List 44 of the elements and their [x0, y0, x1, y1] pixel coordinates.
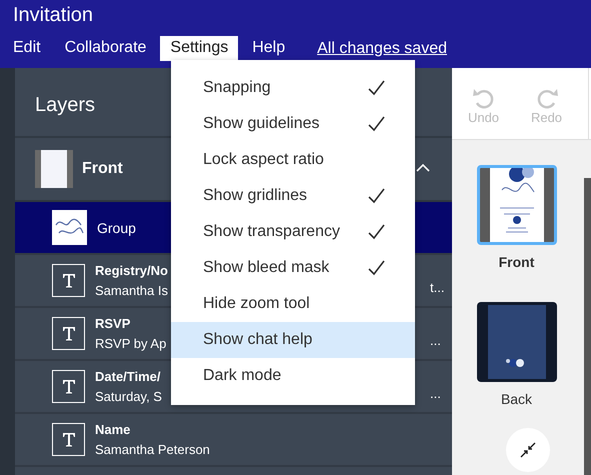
menu-item[interactable]: Collaborate: [54, 36, 156, 61]
menu-item[interactable]: Snapping: [171, 70, 415, 106]
layer-name: Group: [97, 220, 136, 236]
menu-item[interactable]: Show chat help: [171, 322, 415, 358]
collapse-button[interactable]: [506, 428, 550, 472]
menu-item[interactable]: Hide zoom tool: [171, 286, 415, 322]
layer-text-preview: RSVP by Ap: [95, 334, 166, 353]
layer-text-preview: t...: [430, 280, 444, 295]
layer-text-preview: Samantha Peterson: [95, 440, 210, 458]
menu-item[interactable]: Lock aspect ratio: [171, 142, 415, 178]
text-layer-icon: [52, 317, 85, 350]
page-label[interactable]: Front: [82, 160, 123, 178]
menu-item[interactable]: Settings: [160, 36, 238, 61]
layer-name: Name: [95, 420, 132, 438]
menu-item[interactable]: Help: [242, 36, 296, 61]
layer-name: RSVP: [95, 314, 132, 332]
page-label: Front: [498, 254, 534, 270]
layer-text-preview: Saturday, S: [95, 388, 162, 406]
window-title: Invitation: [13, 3, 94, 27]
menu-item[interactable]: Show guidelines: [171, 106, 415, 142]
layer-text-preview: ...: [430, 333, 441, 348]
page-label: Back: [500, 391, 532, 407]
text-layer-icon: [52, 264, 85, 297]
scrollbar[interactable]: [584, 178, 591, 475]
menu-item[interactable]: Dark mode: [171, 358, 415, 394]
layer-text-preview: ...: [430, 386, 441, 401]
text-layer-icon: [52, 423, 85, 456]
menu-item[interactable]: Show bleed mask: [171, 250, 415, 286]
layer-text-preview: Samantha Is: [95, 282, 168, 300]
save-status-link[interactable]: All changes saved: [317, 40, 447, 58]
page-thumbnail[interactable]: [476, 165, 556, 245]
layer-name: Registry/No: [95, 262, 168, 280]
menu-item[interactable]: Show transparency: [171, 214, 415, 250]
text-layer-icon: [52, 370, 85, 403]
panel-title: Layers: [35, 94, 96, 116]
page-thumbnail: [35, 150, 73, 188]
menu-item[interactable]: Edit: [3, 36, 51, 61]
page-thumbnail[interactable]: [476, 302, 556, 382]
chevron-up-icon[interactable]: [416, 163, 430, 173]
menu-item[interactable]: Show gridlines: [171, 178, 415, 214]
layer-name: Date/Time/: [95, 368, 162, 386]
layer-row[interactable]: Name Samantha Peterson: [15, 414, 452, 467]
collapse-arrows-icon: [519, 441, 537, 459]
script-art-thumbnail: [52, 210, 87, 245]
